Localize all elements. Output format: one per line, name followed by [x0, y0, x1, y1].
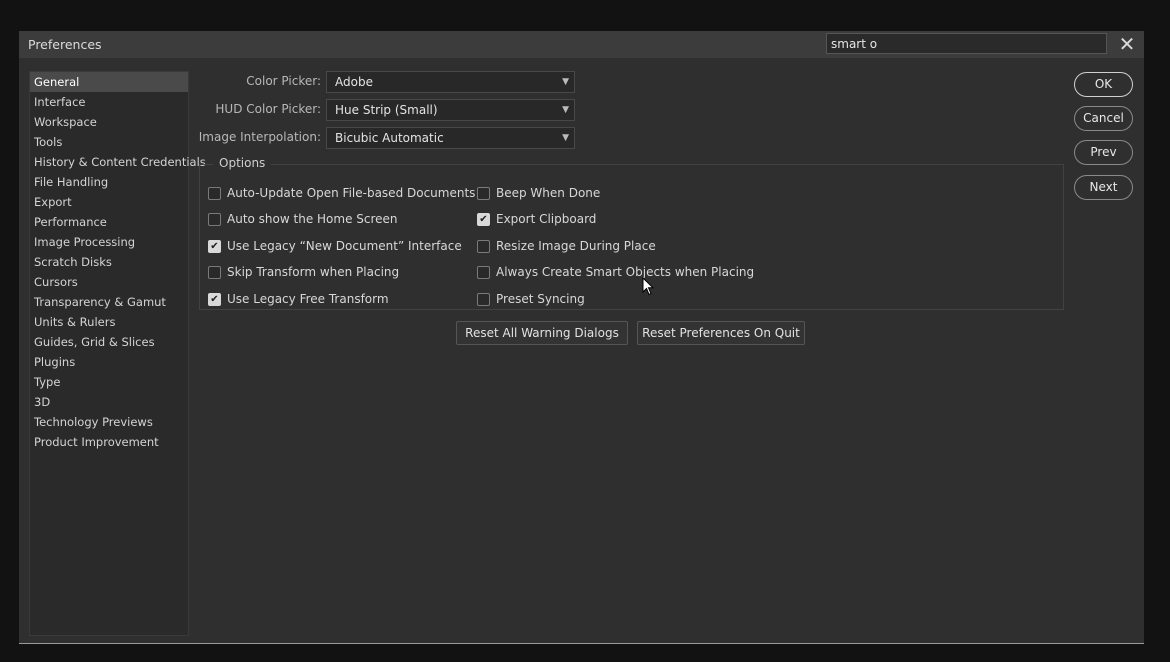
option-label: Use Legacy Free Transform: [227, 292, 389, 306]
option-label: Resize Image During Place: [496, 239, 656, 253]
hud-color-picker-value: Hue Strip (Small): [335, 103, 438, 117]
sidebar-item[interactable]: Plugins: [30, 352, 188, 372]
checkbox[interactable]: [208, 266, 221, 279]
checkbox-checked[interactable]: ✔: [477, 213, 490, 226]
checkbox[interactable]: [477, 240, 490, 253]
sidebar-item[interactable]: 3D: [30, 392, 188, 412]
sidebar-item[interactable]: Type: [30, 372, 188, 392]
checkbox[interactable]: [208, 187, 221, 200]
sidebar-item[interactable]: General: [30, 72, 188, 92]
sidebar-item[interactable]: Performance: [30, 212, 188, 232]
dialog-title: Preferences: [28, 37, 102, 52]
prev-button[interactable]: Prev: [1074, 140, 1133, 165]
search-input[interactable]: [826, 33, 1107, 54]
option-label: Preset Syncing: [496, 292, 585, 306]
sidebar-item[interactable]: History & Content Credentials: [30, 152, 206, 172]
sidebar: General Interface Workspace Tools History & …: [29, 71, 206, 636]
hud-color-picker-select[interactable]: Hue Strip (Small) ▼: [326, 99, 575, 121]
checkbox-checked[interactable]: ✔: [208, 293, 221, 306]
checkbox[interactable]: [477, 187, 490, 200]
close-icon[interactable]: ✕: [1117, 34, 1137, 55]
sidebar-item[interactable]: Workspace: [30, 112, 188, 132]
option-label: Auto-Update Open File-based Documents: [227, 186, 476, 200]
checkbox[interactable]: [477, 293, 490, 306]
options-legend: Options: [213, 156, 272, 170]
image-interpolation-value: Bicubic Automatic: [335, 131, 444, 145]
color-picker-label: Color Picker:: [246, 74, 321, 88]
sidebar-item[interactable]: Cursors: [30, 272, 188, 292]
preferences-dialog: Preferences ✕ GeneralInterfaceWorkspaceT…: [19, 31, 1144, 644]
checkmark-icon: ✔: [210, 294, 219, 305]
reset-warning-dialogs-button[interactable]: Reset All Warning Dialogs: [456, 321, 628, 345]
dialog-bottom-border: [19, 643, 1144, 644]
option-label: Always Create Smart Objects when Placing: [496, 265, 755, 279]
checkbox-checked[interactable]: ✔: [208, 240, 221, 253]
ok-button[interactable]: OK: [1074, 72, 1133, 97]
checkmark-icon: ✔: [479, 214, 488, 225]
checkbox[interactable]: [208, 213, 221, 226]
sidebar-item[interactable]: Export: [30, 192, 188, 212]
chevron-down-icon: ▼: [562, 77, 569, 87]
reset-preferences-button[interactable]: Reset Preferences On Quit: [637, 321, 805, 345]
option-label: Skip Transform when Placing: [227, 265, 400, 279]
sidebar-item[interactable]: Interface: [30, 92, 188, 112]
option-label: Beep When Done: [496, 186, 601, 200]
options-group: Auto-Update Open File-based Documents Aut…: [199, 164, 1064, 310]
checkbox[interactable]: [477, 266, 490, 279]
color-picker-select[interactable]: Adobe ▼: [326, 71, 575, 93]
image-interpolation-select[interactable]: Bicubic Automatic ▼: [326, 127, 575, 149]
next-button[interactable]: Next: [1074, 175, 1133, 200]
sidebar-item[interactable]: Tools: [30, 132, 188, 152]
chevron-down-icon: ▼: [562, 105, 569, 115]
cancel-button[interactable]: Cancel: [1074, 106, 1133, 131]
sidebar-item[interactable]: File Handling: [30, 172, 188, 192]
sidebar-item[interactable]: Units & Rulers: [30, 312, 188, 332]
sidebar-item[interactable]: Scratch Disks: [30, 252, 188, 272]
sidebar-item[interactable]: Guides, Grid & Slices: [30, 332, 188, 352]
sidebar-item[interactable]: Product Improvement: [30, 432, 188, 452]
sidebar-item[interactable]: Transparency & Gamut: [30, 292, 188, 312]
option-label: Export Clipboard: [496, 212, 597, 226]
option-label: Use Legacy “New Document” Interface: [227, 239, 462, 253]
image-interpolation-label: Image Interpolation:: [198, 130, 321, 144]
option-label: Auto show the Home Screen: [227, 212, 398, 226]
color-picker-value: Adobe: [335, 75, 373, 89]
title-bar: Preferences ✕: [19, 31, 1144, 58]
chevron-down-icon: ▼: [562, 133, 569, 143]
hud-color-picker-label: HUD Color Picker:: [215, 102, 321, 116]
sidebar-item[interactable]: Technology Previews: [30, 412, 188, 432]
mouse-pointer-icon: [642, 277, 654, 296]
sidebar-item[interactable]: Image Processing: [30, 232, 188, 252]
checkmark-icon: ✔: [210, 241, 219, 252]
